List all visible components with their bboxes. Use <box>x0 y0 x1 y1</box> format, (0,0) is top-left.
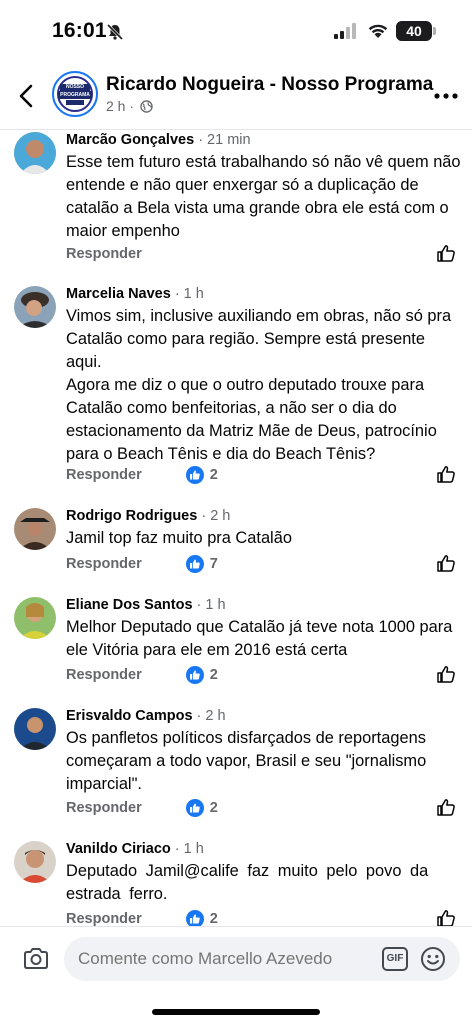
like-outline-icon[interactable] <box>436 553 456 573</box>
avatar-photo-icon <box>14 132 56 174</box>
commenter-avatar[interactable] <box>14 708 56 750</box>
logo-nosso: NOSSO <box>60 84 90 91</box>
comment-author-line: Marcelia Naves · 1 h <box>66 286 204 302</box>
reaction-count: 2 <box>209 800 218 816</box>
reaction-summary[interactable]: 2 <box>185 799 218 817</box>
like-outline-icon[interactable] <box>436 243 456 263</box>
like-reaction-icon <box>185 799 204 817</box>
back-arrow-icon[interactable] <box>14 80 40 112</box>
comment-time: · 1 h <box>174 286 204 302</box>
reaction-count: 2 <box>209 467 218 483</box>
page-title[interactable]: Ricardo Nogueira - Nosso Programa <box>106 74 433 96</box>
comment-time: · 1 h <box>196 597 226 613</box>
reply-button[interactable]: Responder <box>66 911 142 926</box>
comment-actions: Responder 2 <box>66 465 218 485</box>
comment-text: Jamil top faz muito pra Catalão <box>66 529 292 547</box>
like-reaction-icon <box>185 466 204 484</box>
reply-button[interactable]: Responder <box>66 667 142 683</box>
reaction-count: 2 <box>209 911 218 926</box>
comment-text: Melhor Deputado que Catalão já teve nota… <box>66 618 453 659</box>
comment-text: Deputado Jamil@calife faz muito pelo pov… <box>66 862 429 903</box>
comment-time: · 21 min <box>198 132 251 148</box>
home-indicator[interactable] <box>152 1009 320 1015</box>
reaction-summary[interactable]: 2 <box>185 666 218 684</box>
comment-author[interactable]: Eliane Dos Santos <box>66 597 193 613</box>
avatar-photo-icon <box>14 841 56 883</box>
logo-programa: PROGRAMA <box>58 91 92 99</box>
comment-author-line: Marcão Gonçalves · 21 min <box>66 132 251 148</box>
globe-icon <box>140 99 153 113</box>
battery-percentage: 40 <box>406 23 422 39</box>
like-outline-icon[interactable] <box>436 908 456 926</box>
avatar-photo-icon <box>14 286 56 328</box>
reply-button[interactable]: Responder <box>66 800 142 816</box>
comment-input-box[interactable]: GIF <box>64 937 460 981</box>
reply-button[interactable]: Responder <box>66 467 142 483</box>
comment-composer: GIF <box>0 926 472 992</box>
post-meta: 2 h · <box>106 98 153 114</box>
gif-button[interactable]: GIF <box>382 947 408 971</box>
comment-actions: Responder 2 <box>66 665 218 685</box>
avatar-photo-icon <box>14 708 56 750</box>
commenter-avatar[interactable] <box>14 597 56 639</box>
commenter-avatar[interactable] <box>14 841 56 883</box>
comment-text: Os panfletos políticos disfarçados de re… <box>66 729 427 793</box>
reaction-summary[interactable]: 7 <box>185 555 218 573</box>
bell-off-icon <box>106 23 124 41</box>
reaction-count: 2 <box>209 667 218 683</box>
like-outline-icon[interactable] <box>436 464 456 484</box>
comment-actions: Responder 2 <box>66 909 218 926</box>
comment-author[interactable]: Vanildo Ciriaco <box>66 841 171 857</box>
comment-actions: Responder 7 <box>66 554 218 574</box>
comment-author[interactable]: Erisvaldo Campos <box>66 708 193 724</box>
reaction-summary[interactable]: 2 <box>185 466 218 484</box>
comment-text: Vimos sim, inclusive auxiliando em obras… <box>66 307 452 463</box>
comment-author[interactable]: Marcelia Naves <box>66 286 171 302</box>
battery-cap <box>433 27 436 35</box>
page-avatar[interactable]: NOSSO PROGRAMA <box>52 71 98 117</box>
like-reaction-icon <box>185 555 204 573</box>
emoji-icon[interactable] <box>420 946 446 972</box>
reaction-count: 7 <box>209 556 218 572</box>
commenter-avatar[interactable] <box>14 286 56 328</box>
comment-actions: Responder <box>66 244 142 264</box>
comment-actions: Responder 2 <box>66 798 218 818</box>
comment-author-line: Eliane Dos Santos · 1 h <box>66 597 226 613</box>
like-reaction-icon <box>185 666 204 684</box>
like-outline-icon[interactable] <box>436 797 456 817</box>
wifi-icon <box>368 24 388 38</box>
comment-author[interactable]: Rodrigo Rodrigues <box>66 508 197 524</box>
post-header: NOSSO PROGRAMA Ricardo Nogueira - Nosso … <box>0 62 472 130</box>
comment-text: Esse tem futuro está trabalhando só não … <box>66 153 461 240</box>
comments-list[interactable]: Marcão Gonçalves · 21 min Esse tem futur… <box>0 130 472 926</box>
avatar-photo-icon <box>14 508 56 550</box>
cellular-signal-icon <box>334 23 356 39</box>
comment-input[interactable] <box>78 949 368 969</box>
avatar-photo-icon <box>14 597 56 639</box>
reply-button[interactable]: Responder <box>66 556 142 572</box>
reaction-summary[interactable]: 2 <box>185 910 218 926</box>
comment-author-line: Erisvaldo Campos · 2 h <box>66 708 226 724</box>
comment-time: · 1 h <box>174 841 204 857</box>
comment-time: · 2 h <box>201 508 231 524</box>
reply-button[interactable]: Responder <box>66 246 142 262</box>
logo-bar <box>66 100 84 105</box>
commenter-avatar[interactable] <box>14 132 56 174</box>
status-bar: 16:01 40 <box>0 0 472 62</box>
comment-author-line: Rodrigo Rodrigues · 2 h <box>66 508 230 524</box>
status-time: 16:01 <box>52 19 107 42</box>
camera-icon[interactable] <box>22 947 50 971</box>
commenter-avatar[interactable] <box>14 508 56 550</box>
like-outline-icon[interactable] <box>436 664 456 684</box>
comment-author-line: Vanildo Ciriaco · 1 h <box>66 841 204 857</box>
like-reaction-icon <box>185 910 204 926</box>
battery-icon: 40 <box>396 21 432 41</box>
comment-author[interactable]: Marcão Gonçalves <box>66 132 194 148</box>
comment-time: · 2 h <box>196 708 226 724</box>
more-options-icon[interactable] <box>434 92 458 100</box>
post-time: 2 h · <box>106 98 135 114</box>
